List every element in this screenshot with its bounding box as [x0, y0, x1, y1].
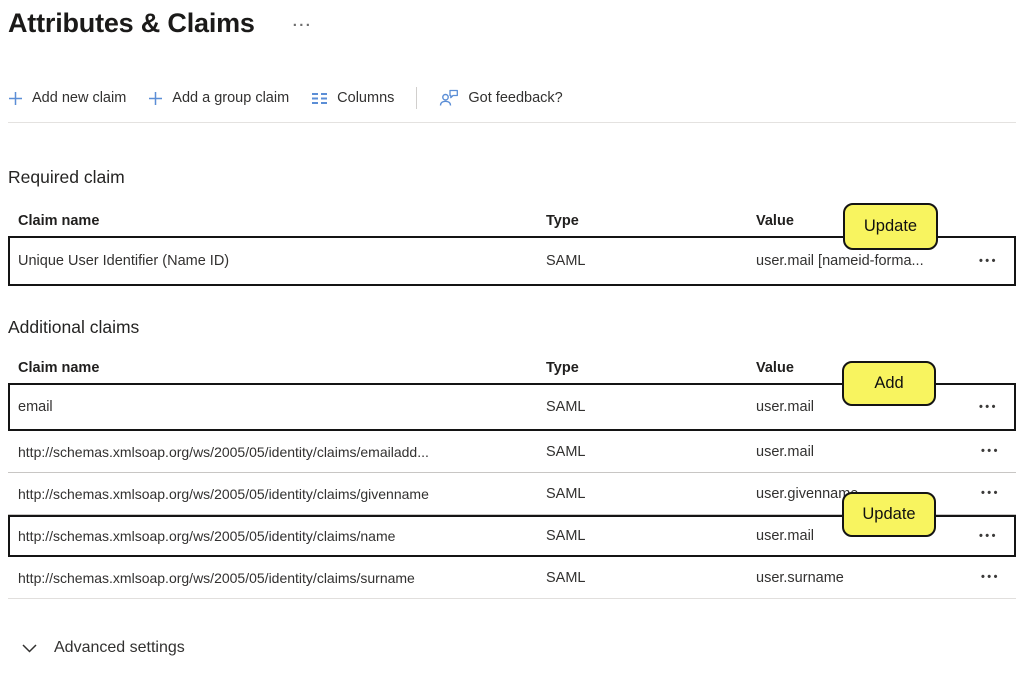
- row-context-menu-button[interactable]: •••: [979, 531, 1014, 542]
- additional-claims-heading: Additional claims: [8, 317, 1016, 338]
- add-new-claim-button[interactable]: Add new claim: [8, 90, 126, 106]
- claim-type-cell: SAML: [546, 528, 756, 544]
- attributes-claims-page: Attributes & Claims ··· Add new claim Ad…: [0, 0, 1024, 673]
- claim-name-cell[interactable]: Unique User Identifier (Name ID): [18, 253, 546, 269]
- chevron-down-icon: [22, 644, 37, 653]
- claim-value-cell: user.mail [nameid-forma...: [756, 253, 951, 269]
- claim-name-cell[interactable]: email: [18, 399, 546, 415]
- got-feedback-button[interactable]: Got feedback?: [439, 89, 562, 107]
- claim-name-cell[interactable]: http://schemas.xmlsoap.org/ws/2005/05/id…: [18, 444, 546, 460]
- claim-value-cell: user.surname: [756, 570, 951, 586]
- claim-row-emailaddress[interactable]: http://schemas.xmlsoap.org/ws/2005/05/id…: [8, 431, 1016, 473]
- annotation-update-name-claim: Update: [842, 492, 936, 537]
- columns-label: Columns: [337, 90, 394, 106]
- command-bar: Add new claim Add a group claim Columns: [8, 83, 1016, 113]
- annotation-add-email-claim: Add: [842, 361, 936, 406]
- column-header-claim-name: Claim name: [18, 213, 546, 229]
- column-header-type: Type: [546, 213, 756, 229]
- claim-type-cell: SAML: [546, 444, 756, 460]
- row-context-menu-button[interactable]: •••: [981, 488, 1016, 499]
- title-row: Attributes & Claims ···: [8, 0, 1016, 39]
- required-claim-heading: Required claim: [8, 167, 1016, 188]
- columns-button[interactable]: Columns: [311, 90, 394, 106]
- toolbar-divider: [8, 122, 1016, 123]
- plus-icon: [148, 91, 163, 106]
- toolbar-separator: [416, 87, 417, 109]
- claim-type-cell: SAML: [546, 570, 756, 586]
- advanced-settings-label: Advanced settings: [54, 639, 185, 657]
- claim-name-cell[interactable]: http://schemas.xmlsoap.org/ws/2005/05/id…: [18, 570, 546, 586]
- claim-value-cell: user.mail: [756, 444, 951, 460]
- claim-type-cell: SAML: [546, 399, 756, 415]
- advanced-settings-toggle[interactable]: Advanced settings: [22, 639, 185, 657]
- claim-type-cell: SAML: [546, 253, 756, 269]
- add-group-claim-button[interactable]: Add a group claim: [148, 90, 289, 106]
- row-context-menu-button[interactable]: •••: [979, 256, 1014, 267]
- add-new-claim-label: Add new claim: [32, 90, 126, 106]
- columns-icon: [311, 92, 328, 105]
- annotation-update-required-value: Update: [843, 203, 938, 250]
- add-group-claim-label: Add a group claim: [172, 90, 289, 106]
- row-context-menu-button[interactable]: •••: [979, 402, 1014, 413]
- feedback-person-icon: [439, 89, 459, 107]
- claim-name-cell[interactable]: http://schemas.xmlsoap.org/ws/2005/05/id…: [18, 528, 546, 544]
- row-context-menu-button[interactable]: •••: [981, 572, 1016, 583]
- claim-type-cell: SAML: [546, 486, 756, 502]
- claim-row-surname[interactable]: http://schemas.xmlsoap.org/ws/2005/05/id…: [8, 557, 1016, 599]
- column-header-type: Type: [546, 360, 756, 376]
- claim-name-cell[interactable]: http://schemas.xmlsoap.org/ws/2005/05/id…: [18, 486, 546, 502]
- row-context-menu-button[interactable]: •••: [981, 446, 1016, 457]
- page-title: Attributes & Claims: [8, 8, 255, 39]
- plus-icon: [8, 91, 23, 106]
- got-feedback-label: Got feedback?: [468, 90, 562, 106]
- title-overflow-menu-icon[interactable]: ···: [293, 18, 313, 33]
- column-header-claim-name: Claim name: [18, 360, 546, 376]
